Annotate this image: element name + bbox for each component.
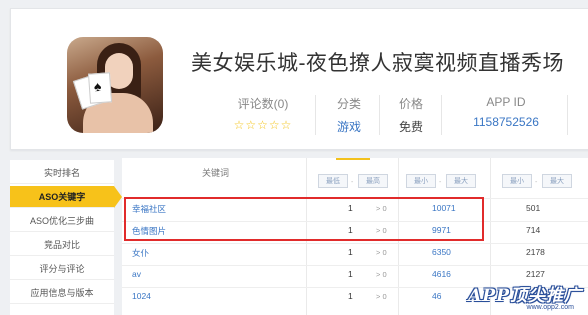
filter-dash: - [351,179,354,186]
table-row: 幸福社区 1 > 0 10071 501 [122,199,588,221]
playing-card-spade-icon [87,72,113,104]
watermark-logo: APP顶尖推广 [468,286,582,306]
rating-block: 评论数(0) ☆☆☆☆☆ [215,95,311,137]
price-block: 价格 免费 [389,95,433,137]
app-title: 美女娱乐城-夜色撩人寂寞视频直播秀场 [191,52,564,75]
sidebar-item-competitor-compare[interactable]: 竞品对比 [10,234,114,256]
divider [567,95,568,135]
index-min-filter[interactable]: 最小 [406,174,436,188]
rank-value: 1 [348,247,353,257]
rank-value: 1 [348,203,353,213]
search-index-link[interactable]: 10071 [432,203,456,213]
category-link[interactable]: 游戏 [327,118,371,135]
rating-stars-icon: ☆☆☆☆☆ [233,118,293,132]
results-count: 714 [526,225,541,235]
divider [441,95,442,135]
watermark: APP顶尖推广 www.opp2.com [452,281,582,313]
table-row: 色情图片 1 > 0 9971 714 [122,221,588,243]
search-index-link[interactable]: 6350 [432,247,451,257]
keyword-link[interactable]: 色情图片 [132,225,166,237]
rating-label: 评论数(0) [237,97,289,111]
search-index-link[interactable]: 4616 [432,269,451,279]
filter-row: 最低 - 最高 最小 - 最大 最小 - 最大 [122,174,588,194]
rank-change: > 0 [376,292,387,301]
sidebar-item-aso-three-steps[interactable]: ASO优化三步曲 [10,210,114,232]
search-index-link[interactable]: 9971 [432,225,451,235]
results-count: 2178 [526,247,545,257]
rank-value: 1 [348,269,353,279]
divider [379,95,380,135]
app-header-card: 美女娱乐城-夜色撩人寂寞视频直播秀场 评论数(0) ☆☆☆☆☆ 分类 游戏 价格… [10,8,588,150]
sidebar-item-aso-keywords[interactable]: ASO关键字 [10,186,122,208]
category-label: 分类 [336,97,361,111]
sidebar-item-realtime-rank[interactable]: 实时排名 [10,162,114,184]
active-column-indicator [336,158,370,160]
keyword-link[interactable]: 1024 [132,291,151,301]
divider [315,95,316,135]
table-row: 女仆 1 > 0 6350 2178 [122,243,588,265]
rank-value: 1 [348,225,353,235]
rank-change: > 0 [376,248,387,257]
appid-label: APP ID [486,95,526,109]
sidebar-item-app-info-versions[interactable]: 应用信息与版本 [10,282,114,304]
index-max-filter[interactable]: 最大 [446,174,476,188]
keyword-link[interactable]: 幸福社区 [132,203,166,215]
keyword-link[interactable]: av [132,269,141,279]
rank-min-filter[interactable]: 最低 [318,174,348,188]
rank-max-filter[interactable]: 最高 [358,174,388,188]
sidebar-item-ratings-reviews[interactable]: 评分与评论 [10,258,114,280]
results-min-filter[interactable]: 最小 [502,174,532,188]
results-count: 2127 [526,269,545,279]
category-block: 分类 游戏 [327,95,371,137]
app-icon [67,37,163,133]
appid-block: APP ID 1158752526 [451,95,561,137]
rank-change: > 0 [376,226,387,235]
filter-dash: - [439,179,442,186]
results-max-filter[interactable]: 最大 [542,174,572,188]
keyword-link[interactable]: 女仆 [132,247,149,259]
filter-dash: - [535,179,538,186]
price-label: 价格 [398,97,423,111]
appid-value[interactable]: 1158752526 [451,115,561,129]
rank-change: > 0 [376,270,387,279]
sidebar-nav: 实时排名 ASO关键字 ASO优化三步曲 竞品对比 评分与评论 应用信息与版本 [10,160,122,315]
search-index-link[interactable]: 46 [432,291,441,301]
rank-value: 1 [348,291,353,301]
results-count: 501 [526,203,541,213]
rank-change: > 0 [376,204,387,213]
price-value: 免费 [398,120,423,134]
